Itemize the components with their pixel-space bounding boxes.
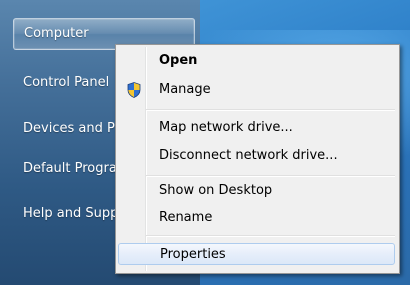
start-item-label: Default Progra bbox=[23, 161, 117, 176]
start-item-label: Control Panel bbox=[23, 75, 110, 90]
menu-item-open[interactable]: Open bbox=[118, 50, 395, 72]
menu-item-properties[interactable]: Properties bbox=[118, 243, 395, 265]
menu-item-label: Rename bbox=[159, 210, 213, 225]
menu-item-label: Properties bbox=[160, 247, 226, 262]
menu-separator bbox=[146, 109, 395, 111]
menu-item-disconnect-network-drive[interactable]: Disconnect network drive... bbox=[118, 145, 395, 167]
start-item-label: Help and Supp bbox=[23, 206, 119, 221]
menu-item-label: Disconnect network drive... bbox=[159, 148, 338, 163]
menu-item-map-network-drive[interactable]: Map network drive... bbox=[118, 117, 395, 139]
menu-item-show-on-desktop[interactable]: Show on Desktop bbox=[118, 180, 395, 202]
menu-item-label: Show on Desktop bbox=[159, 183, 273, 198]
context-menu: Open Manage Map network drive... Disconn… bbox=[115, 44, 400, 274]
menu-item-label: Manage bbox=[159, 82, 211, 97]
menu-item-manage[interactable]: Manage bbox=[118, 79, 395, 101]
menu-separator bbox=[146, 235, 395, 237]
menu-item-label: Map network drive... bbox=[159, 120, 293, 135]
start-item-label: Computer bbox=[24, 26, 89, 41]
menu-item-rename[interactable]: Rename bbox=[118, 207, 395, 229]
uac-shield-icon bbox=[127, 82, 141, 98]
menu-item-label: Open bbox=[159, 53, 198, 68]
start-item-label: Devices and Pr bbox=[23, 121, 120, 136]
menu-separator bbox=[146, 175, 395, 177]
